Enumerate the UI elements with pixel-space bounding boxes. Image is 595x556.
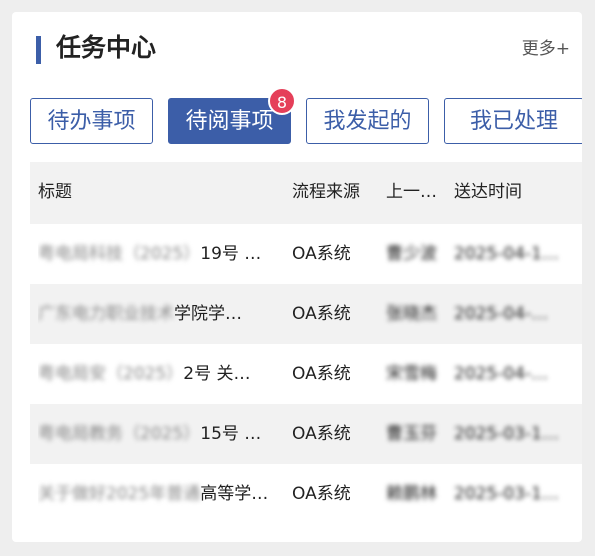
tab-todo[interactable]: 待办事项	[30, 98, 153, 144]
row-time: 2025-04-…	[454, 304, 549, 324]
row-previous-handler: 张晓杰	[386, 304, 437, 324]
column-header-previous: 上一…	[386, 182, 437, 202]
tab-label: 待阅事项	[185, 109, 274, 134]
table-row[interactable]: 广东电力职业技术学院学… OA系统 张晓杰 2025-04-…	[30, 284, 582, 344]
row-title: 广东电力职业技术学院学…	[38, 284, 274, 344]
tab-label: 我发起的	[323, 109, 412, 134]
tab-initiated-by-me[interactable]: 我发起的	[306, 98, 429, 144]
row-source: OA系统	[292, 364, 351, 384]
row-title: 粤电局教务（2025）15号 …	[38, 404, 274, 464]
row-title-redacted: 广东电力职业技术	[38, 304, 174, 324]
row-time: 2025-03-1…	[454, 424, 559, 444]
row-title-visible: 高等学…	[200, 484, 269, 504]
row-source: OA系统	[292, 424, 351, 444]
table-row[interactable]: 粤电局科技（2025）19号 … OA系统 曹少波 2025-04-1…	[30, 224, 582, 284]
row-title: 关于做好2025年普通高等学…	[38, 464, 274, 524]
column-header-title: 标题	[38, 182, 72, 202]
tab-label: 待办事项	[47, 109, 136, 134]
task-table: 标题 流程来源 上一… 送达时间 粤电局科技（2025）19号 … OA系统 曹…	[30, 162, 582, 524]
row-title: 粤电局科技（2025）19号 …	[38, 224, 274, 284]
title-accent-bar	[36, 36, 41, 64]
row-title-redacted: 粤电局安（2025）	[38, 364, 184, 384]
column-header-source: 流程来源	[292, 182, 360, 202]
row-title: 粤电局安（2025）2号 关…	[38, 344, 274, 404]
row-previous-handler: 曹玉芬	[386, 424, 437, 444]
more-link[interactable]: 更多+	[522, 38, 570, 60]
row-title-visible: 19号 …	[200, 244, 262, 264]
row-title-redacted: 粤电局教务（2025）	[38, 424, 201, 444]
row-previous-handler: 赖鹏林	[386, 484, 437, 504]
task-center-card: 任务中心 更多+ 待办事项 待阅事项 8 我发起的 我已处理 标题 流程来源 上…	[12, 12, 582, 542]
table-header: 标题 流程来源 上一… 送达时间	[30, 162, 582, 224]
table-row[interactable]: 粤电局安（2025）2号 关… OA系统 宋雪梅 2025-04-…	[30, 344, 582, 404]
row-title-visible: 15号 …	[200, 424, 262, 444]
row-title-redacted: 粤电局科技（2025）	[38, 244, 201, 264]
row-previous-handler: 曹少波	[386, 244, 437, 264]
row-title-visible: 2号 关…	[183, 364, 251, 384]
table-row[interactable]: 粤电局教务（2025）15号 … OA系统 曹玉芬 2025-03-1…	[30, 404, 582, 464]
column-header-time: 送达时间	[454, 182, 522, 202]
row-time: 2025-03-1…	[454, 484, 559, 504]
row-time: 2025-04-1…	[454, 244, 559, 264]
row-source: OA系统	[292, 304, 351, 324]
tab-processed[interactable]: 我已处理	[444, 98, 582, 144]
tab-to-read[interactable]: 待阅事项 8	[168, 87, 296, 144]
tab-bar: 待办事项 待阅事项 8 我发起的 我已处理	[30, 87, 582, 146]
row-title-visible: 学院学…	[174, 304, 242, 324]
row-source: OA系统	[292, 484, 351, 504]
row-title-redacted: 关于做好2025年普通	[38, 484, 201, 504]
card-header: 任务中心 更多+	[12, 12, 582, 76]
row-time: 2025-04-…	[454, 364, 549, 384]
unread-count-badge: 8	[268, 87, 296, 115]
card-title: 任务中心	[56, 33, 157, 62]
row-source: OA系统	[292, 244, 351, 264]
tab-label: 我已处理	[469, 109, 558, 134]
row-previous-handler: 宋雪梅	[386, 364, 437, 384]
table-row[interactable]: 关于做好2025年普通高等学… OA系统 赖鹏林 2025-03-1…	[30, 464, 582, 524]
